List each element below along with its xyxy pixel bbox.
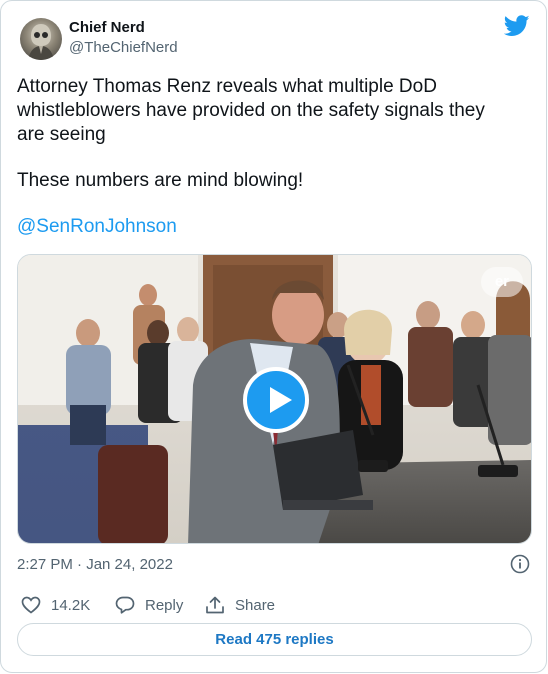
- tweet-timestamp[interactable]: 2:27 PM · Jan 24, 2022: [17, 556, 173, 573]
- author-name[interactable]: Chief Nerd: [69, 19, 145, 36]
- info-icon[interactable]: [510, 554, 530, 574]
- share-label: Share: [235, 596, 276, 614]
- author-handle[interactable]: @TheChiefNerd: [69, 39, 178, 56]
- share-button[interactable]: Share: [205, 595, 275, 615]
- read-replies-button[interactable]: Read 475 replies: [17, 623, 532, 656]
- mention-link[interactable]: @SenRonJohnson: [17, 215, 527, 239]
- twitter-bird-icon[interactable]: [504, 15, 530, 37]
- reply-button[interactable]: Reply: [115, 595, 183, 615]
- tweet-text: Attorney Thomas Renz reveals what multip…: [17, 75, 527, 239]
- video-player[interactable]: er: [17, 254, 532, 544]
- like-button[interactable]: 14.2K: [21, 595, 90, 615]
- tweet-header: Chief Nerd @TheChiefNerd: [17, 15, 530, 63]
- like-count: 14.2K: [51, 596, 91, 614]
- avatar[interactable]: [20, 18, 62, 60]
- reply-label: Reply: [145, 596, 184, 614]
- tweet-text-line: These numbers are mind blowing!: [17, 170, 304, 191]
- share-upload-icon: [206, 596, 224, 614]
- tweet-card: Chief Nerd @TheChiefNerd Attorney Thomas…: [0, 0, 547, 673]
- heart-icon: [21, 596, 41, 614]
- play-icon[interactable]: [243, 367, 309, 433]
- tweet-text-line: whistleblowers have provided on the safe…: [17, 100, 485, 121]
- tweet-text-line: Attorney Thomas Renz reveals what multip…: [17, 76, 437, 97]
- video-corner-tag: er: [480, 267, 523, 297]
- tweet-text-line: are seeing: [17, 124, 106, 145]
- reply-bubble-icon: [115, 596, 135, 614]
